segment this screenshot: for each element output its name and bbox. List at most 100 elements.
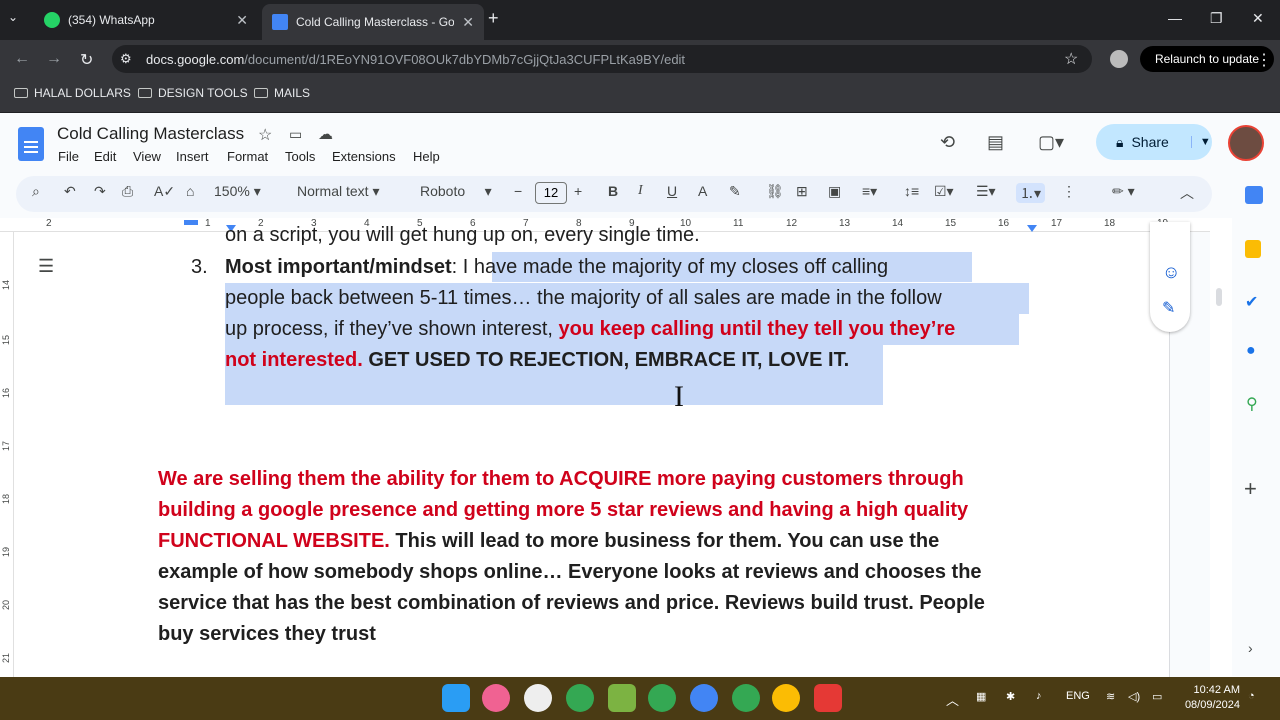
tray-overflow-icon[interactable]: ︿	[946, 690, 959, 709]
search-menus-icon[interactable]: ⌕	[32, 183, 40, 200]
app-icon[interactable]	[482, 684, 510, 712]
contacts-icon[interactable]: ●	[1246, 342, 1256, 360]
link-icon[interactable]: ⛓	[766, 183, 784, 200]
battery-icon[interactable]: ▭	[1152, 690, 1162, 703]
clock-date[interactable]: 08/09/2024	[1180, 699, 1240, 711]
address-bar[interactable]: docs.google.com/document/d/1REoYN91OVF08…	[112, 45, 1092, 73]
suggest-edits-icon[interactable]: ✎	[1162, 298, 1175, 318]
app-icon[interactable]	[524, 684, 552, 712]
bullet-list-icon[interactable]: ☰▾	[976, 183, 996, 200]
camtasia-recorder-icon[interactable]	[814, 684, 842, 712]
menu-icon[interactable]: ⋮	[1256, 50, 1272, 70]
add-addon-icon[interactable]: +	[1244, 476, 1257, 502]
move-folder-icon[interactable]: ▭	[289, 126, 302, 143]
tray-app-icon[interactable]: ▦	[976, 690, 986, 703]
insert-image-icon[interactable]: ▣	[828, 183, 841, 200]
underline-icon[interactable]: U	[667, 183, 677, 199]
docs-logo-icon[interactable]	[18, 127, 44, 161]
window-close-icon[interactable]: ✕	[1252, 10, 1264, 27]
redo-icon[interactable]: ↷	[94, 183, 106, 200]
decrease-font-icon[interactable]: −	[514, 183, 522, 199]
chrome-icon[interactable]	[772, 684, 800, 712]
zoom-select[interactable]: 150% ▾	[214, 183, 261, 200]
menu-format[interactable]: Format	[227, 149, 268, 164]
font-select[interactable]: Roboto ▾	[420, 183, 492, 200]
tasks-icon[interactable]: ✔	[1245, 292, 1258, 312]
bookmark-halal-dollars[interactable]: HALAL DOLLARS	[14, 86, 131, 100]
keep-icon[interactable]	[1245, 240, 1261, 258]
line-spacing-icon[interactable]: ↕≡	[904, 183, 919, 199]
new-tab-button[interactable]: +	[488, 8, 499, 29]
chrome-icon[interactable]	[690, 684, 718, 712]
back-icon[interactable]: ←	[14, 50, 30, 68]
camtasia-icon[interactable]	[608, 684, 636, 712]
calendar-icon[interactable]	[1245, 186, 1263, 204]
editing-mode-icon[interactable]: ✏ ▾	[1112, 183, 1135, 200]
tab-docs[interactable]: Cold Calling Masterclass - Goo ✕	[262, 4, 484, 40]
first-line-indent-marker[interactable]	[184, 220, 198, 225]
expand-panel-icon[interactable]: ›	[1248, 640, 1253, 656]
comments-icon[interactable]: ▤	[987, 132, 1004, 153]
maps-icon[interactable]: ⚲	[1246, 394, 1258, 414]
notification-icon[interactable]: ◔	[1248, 690, 1255, 702]
start-icon[interactable]	[442, 684, 470, 712]
microphone-icon[interactable]: ♪	[1036, 690, 1042, 702]
wifi-icon[interactable]: ≋	[1106, 690, 1115, 703]
print-icon[interactable]: ⎙	[122, 183, 133, 200]
close-icon[interactable]: ✕	[236, 12, 248, 29]
increase-font-icon[interactable]: +	[574, 183, 582, 199]
document-title[interactable]: Cold Calling Masterclass	[57, 124, 244, 144]
menu-extensions[interactable]: Extensions	[332, 149, 396, 164]
menu-view[interactable]: View	[133, 149, 161, 164]
italic-icon[interactable]: I	[638, 183, 643, 199]
profile-avatar[interactable]	[1110, 50, 1128, 68]
forward-icon[interactable]: →	[46, 50, 62, 68]
bookmark-star-icon[interactable]: ☆	[1064, 49, 1078, 69]
highlight-icon[interactable]: ✎	[729, 183, 741, 200]
checklist-icon[interactable]: ☑▾	[934, 183, 954, 200]
chrome-icon[interactable]	[566, 684, 594, 712]
text-color-icon[interactable]: A	[698, 183, 707, 199]
outline-icon[interactable]: ☰	[38, 256, 54, 277]
bookmark-design-tools[interactable]: DESIGN TOOLS	[138, 86, 248, 100]
right-indent-marker[interactable]	[1027, 225, 1037, 232]
version-history-icon[interactable]: ⟲	[940, 132, 955, 153]
meet-icon[interactable]: ▢▾	[1038, 132, 1064, 153]
menu-help[interactable]: Help	[413, 149, 440, 164]
style-select[interactable]: Normal text ▾	[297, 183, 380, 200]
tab-search-icon[interactable]: ⌄	[8, 10, 18, 24]
relaunch-button[interactable]: Relaunch to update	[1140, 46, 1274, 72]
paint-format-icon[interactable]: ⌂	[186, 183, 194, 199]
bold-icon[interactable]: B	[608, 183, 618, 199]
account-avatar[interactable]	[1228, 125, 1264, 161]
more-icon[interactable]: ⋮	[1062, 183, 1076, 200]
reload-icon[interactable]: ↻	[80, 50, 93, 70]
star-icon[interactable]: ☆	[258, 125, 272, 145]
bluetooth-icon[interactable]: ✱	[1006, 690, 1015, 703]
undo-icon[interactable]: ↶	[64, 183, 76, 200]
align-icon[interactable]: ≡▾	[862, 183, 877, 200]
chrome-icon[interactable]	[648, 684, 676, 712]
share-dropdown-icon[interactable]: ▼	[1190, 136, 1211, 148]
minimize-icon[interactable]: —	[1168, 10, 1182, 26]
clock-time[interactable]: 10:42 AM	[1192, 684, 1240, 696]
menu-insert[interactable]: Insert	[176, 149, 209, 164]
collapse-icon[interactable]: ︿	[1180, 183, 1194, 203]
menu-file[interactable]: File	[58, 149, 79, 164]
menu-tools[interactable]: Tools	[285, 149, 315, 164]
bookmark-mails[interactable]: MAILS	[254, 86, 310, 100]
add-comment-icon[interactable]: ⊞	[796, 183, 808, 200]
site-info-icon[interactable]: ⚙	[120, 51, 132, 67]
spellcheck-icon[interactable]: A✓	[154, 183, 175, 200]
close-icon[interactable]: ✕	[462, 14, 474, 31]
maximize-icon[interactable]: ❐	[1210, 10, 1223, 27]
menu-edit[interactable]: Edit	[94, 149, 116, 164]
numbered-list-icon[interactable]: ⒈▾	[1016, 183, 1046, 203]
font-size-input[interactable]: 12	[535, 182, 567, 204]
emoji-reaction-icon[interactable]: ☺	[1162, 262, 1180, 283]
cloud-status-icon[interactable]: ☁	[318, 125, 333, 143]
language-indicator[interactable]: ENG	[1066, 690, 1090, 702]
tab-whatsapp[interactable]: (354) WhatsApp ✕	[34, 6, 258, 34]
share-button[interactable]: 🔒︎ Share ▼	[1096, 124, 1212, 160]
chrome-icon[interactable]	[732, 684, 760, 712]
